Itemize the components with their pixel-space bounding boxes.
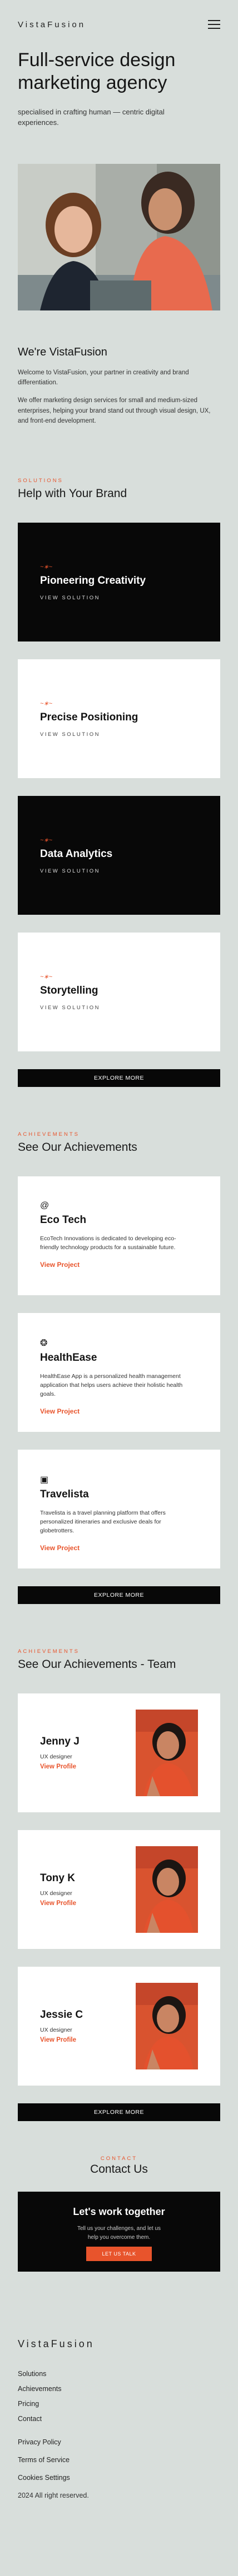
- member-name: Tony K: [40, 1872, 75, 1884]
- sparkle-icon: ~∗~: [40, 563, 53, 570]
- solutions-title: Help with Your Brand: [18, 487, 127, 500]
- member-name: Jenny J: [40, 1735, 80, 1747]
- work-together-title: Let's work together: [73, 2206, 165, 2217]
- team-member-card: Tony K UX designer View Profile: [18, 1830, 220, 1949]
- contact-eyebrow: CONTACT: [100, 2155, 138, 2162]
- view-project-link[interactable]: View Project: [40, 1261, 198, 1269]
- hero-subtitle: specialised in crafting human — centric …: [18, 107, 165, 127]
- about-paragraph-2: We offer marketing design services for s…: [18, 397, 211, 425]
- footer-legal: Privacy Policy Terms of Service Cookies …: [18, 2438, 220, 2482]
- solution-title: Precise Positioning: [40, 711, 138, 723]
- explore-more-button[interactable]: EXPLORE MORE: [18, 2103, 220, 2121]
- achievement-title: Travelista: [40, 1488, 89, 1500]
- achievement-card: ▣ Travelista Travelista is a travel plan…: [18, 1449, 220, 1568]
- view-profile-link[interactable]: View Profile: [40, 1900, 76, 1907]
- terms-of-service-link[interactable]: Terms of Service: [18, 2456, 220, 2464]
- hero-image: [18, 163, 220, 310]
- solution-card[interactable]: ~∗~ Precise Positioning VIEW SOLUTION: [18, 659, 220, 778]
- achievement-card: ❂ HealthEase HealthEase App is a persona…: [18, 1312, 220, 1432]
- work-together-text: Tell us your challenges, and let us help…: [77, 2225, 161, 2241]
- view-solution-link[interactable]: VIEW SOLUTION: [40, 595, 198, 601]
- footer-link-achievements[interactable]: Achievements: [18, 2385, 220, 2393]
- contact-title: Contact Us: [90, 2162, 148, 2176]
- site-logo[interactable]: VistaFusion: [18, 20, 86, 29]
- solutions-eyebrow: SOLUTIONS: [18, 477, 63, 484]
- solution-title: Pioneering Creativity: [40, 574, 146, 587]
- view-solution-link[interactable]: VIEW SOLUTION: [40, 868, 198, 874]
- member-photo: [136, 1846, 198, 1933]
- achievements-eyebrow: ACHIEVEMENTS: [18, 1131, 80, 1137]
- explore-more-button[interactable]: EXPLORE MORE: [18, 1069, 220, 1087]
- footer-link-contact[interactable]: Contact: [18, 2415, 220, 2423]
- solution-title: Data Analytics: [40, 848, 113, 860]
- member-name: Jessie C: [40, 2008, 83, 2021]
- team-member-card: Jessie C UX designer View Profile: [18, 1966, 220, 2086]
- view-solution-link[interactable]: VIEW SOLUTION: [40, 731, 198, 738]
- achievement-description: EcoTech Innovations is dedicated to deve…: [40, 1235, 176, 1251]
- solution-card[interactable]: ~∗~ Storytelling VIEW SOLUTION: [18, 932, 220, 1051]
- footer-link-solutions[interactable]: Solutions: [18, 2370, 220, 2378]
- about-section: We're VistaFusion Welcome to VistaFusion…: [0, 310, 238, 427]
- member-role: UX designer: [40, 2026, 72, 2033]
- team-member-card: Jenny J UX designer View Profile: [18, 1693, 220, 1812]
- achievements-section: ACHIEVEMENTS See Our Achievements @ Eco …: [0, 1131, 238, 1604]
- sparkle-icon: ~∗~: [40, 700, 53, 707]
- footer: VistaFusion Solutions Achievements Prici…: [0, 2338, 238, 2499]
- member-role: UX designer: [40, 1890, 72, 1897]
- explore-more-button[interactable]: EXPLORE MORE: [18, 1586, 220, 1604]
- hamburger-menu-icon[interactable]: [208, 20, 220, 29]
- achievement-description: Travelista is a travel planning platform…: [40, 1509, 166, 1535]
- solution-card[interactable]: ~∗~ Data Analytics VIEW SOLUTION: [18, 795, 220, 915]
- sparkle-icon: ~∗~: [40, 836, 53, 844]
- leaf-icon: @: [40, 1200, 49, 1210]
- privacy-policy-link[interactable]: Privacy Policy: [18, 2438, 220, 2446]
- team-section: ACHIEVEMENTS See Our Achievements - Team…: [0, 1648, 238, 2121]
- member-photo: [136, 1709, 198, 1796]
- lets-talk-button[interactable]: LET US TALK: [86, 2246, 152, 2261]
- solution-title: Storytelling: [40, 984, 98, 996]
- team-eyebrow: ACHIEVEMENTS: [18, 1648, 80, 1655]
- footer-nav: Solutions Achievements Pricing Contact: [18, 2370, 220, 2423]
- about-paragraph-1: Welcome to VistaFusion, your partner in …: [18, 369, 189, 386]
- view-solution-link[interactable]: VIEW SOLUTION: [40, 1005, 198, 1011]
- page: VistaFusion Full-service design marketin…: [0, 0, 238, 2576]
- header: VistaFusion: [0, 0, 238, 49]
- health-icon: ❂: [40, 1338, 48, 1348]
- hero-title: Full-service design marketing agency: [18, 49, 176, 93]
- sparkle-icon: ~∗~: [40, 973, 53, 980]
- achievements-title: See Our Achievements: [18, 1140, 137, 1154]
- team-title: See Our Achievements - Team: [18, 1657, 176, 1671]
- footer-logo[interactable]: VistaFusion: [18, 2338, 220, 2350]
- view-project-link[interactable]: View Project: [40, 1544, 198, 1552]
- achievement-title: Eco Tech: [40, 1214, 87, 1226]
- copyright: 2024 All right reserved.: [18, 2491, 89, 2499]
- cookies-settings-link[interactable]: Cookies Settings: [18, 2474, 220, 2482]
- work-together-box: Let's work together Tell us your challen…: [18, 2191, 220, 2272]
- member-role: UX designer: [40, 1753, 72, 1760]
- achievement-description: HealthEase App is a personalized health …: [40, 1372, 183, 1398]
- about-title: We're VistaFusion: [18, 345, 107, 358]
- contact-section: CONTACT Contact Us Let's work together T…: [0, 2139, 238, 2272]
- view-project-link[interactable]: View Project: [40, 1407, 198, 1415]
- view-profile-link[interactable]: View Profile: [40, 2037, 83, 2043]
- hero-section: Full-service design marketing agency spe…: [0, 49, 238, 310]
- footer-link-pricing[interactable]: Pricing: [18, 2400, 220, 2408]
- member-photo: [136, 1982, 198, 2069]
- view-profile-link[interactable]: View Profile: [40, 1763, 80, 1770]
- solution-card[interactable]: ~∗~ Pioneering Creativity VIEW SOLUTION: [18, 522, 220, 642]
- travel-icon: ▣: [40, 1475, 49, 1485]
- achievement-card: @ Eco Tech EcoTech Innovations is dedica…: [18, 1176, 220, 1295]
- solutions-section: SOLUTIONS Help with Your Brand ~∗~ Pione…: [0, 478, 238, 1087]
- achievement-title: HealthEase: [40, 1351, 97, 1364]
